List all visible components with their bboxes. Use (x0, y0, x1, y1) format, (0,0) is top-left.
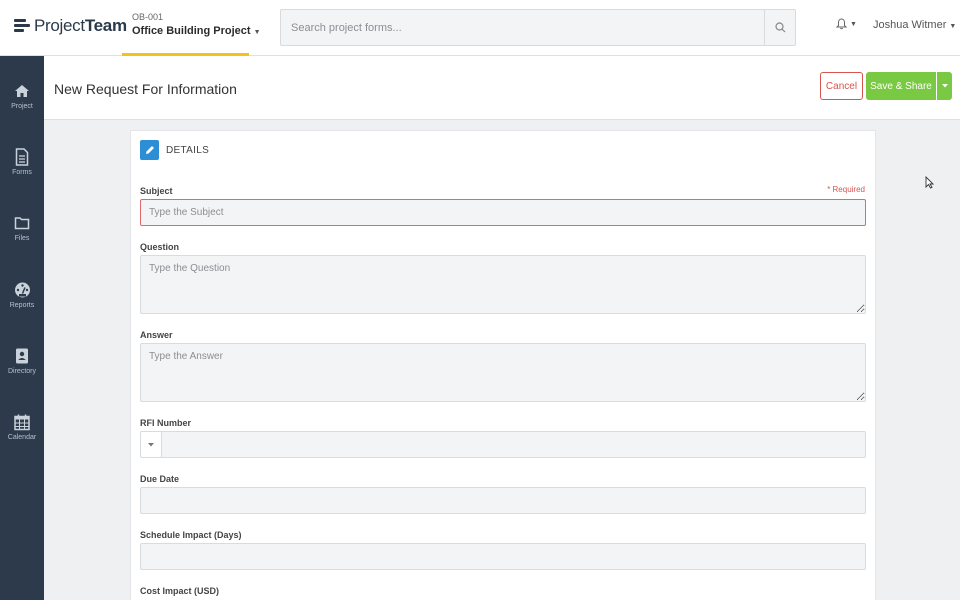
question-input[interactable] (140, 255, 866, 314)
user-menu[interactable]: Joshua Witmer ▼ (873, 19, 956, 31)
rfi-number-input[interactable] (140, 431, 866, 458)
schedule-impact-input[interactable] (140, 543, 866, 570)
sidebar-item-label: Forms (12, 169, 32, 176)
project-name: Office Building Project ▼ (132, 25, 261, 37)
answer-input[interactable] (140, 343, 866, 402)
app-logo[interactable]: ProjectTeam (14, 15, 127, 37)
sidebar-item-files[interactable]: Files (0, 214, 44, 270)
form-card: DETAILS Subject * Required Question Answ… (130, 130, 876, 600)
sidebar-item-project[interactable]: Project (0, 82, 44, 138)
mouse-cursor-icon (925, 176, 934, 189)
search-bar (280, 9, 796, 46)
page-header: New Request For Information Cancel Save … (44, 56, 960, 120)
search-icon (774, 22, 785, 33)
rfi-number-prefix-dropdown[interactable] (140, 431, 162, 458)
document-icon (15, 148, 29, 166)
answer-label: Answer (140, 330, 173, 340)
due-date-label: Due Date (140, 474, 180, 484)
sidebar-item-reports[interactable]: Reports (0, 281, 44, 337)
project-selector[interactable]: OB-001 Office Building Project ▼ (122, 0, 261, 56)
bell-icon (836, 18, 847, 30)
sidebar-item-label: Directory (7, 368, 36, 375)
due-date-input[interactable] (140, 487, 866, 514)
cost-impact-label: Cost Impact (USD) (140, 586, 220, 596)
sidebar-item-label: Reports (9, 302, 35, 309)
calendar-icon (14, 414, 30, 431)
cancel-button[interactable]: Cancel (820, 72, 863, 100)
subject-input[interactable] (140, 199, 866, 226)
notifications-button[interactable]: ▼ (836, 18, 857, 30)
project-code: OB-001 (132, 12, 164, 22)
sidebar-item-calendar[interactable]: Calendar (0, 413, 44, 469)
sidebar-item-directory[interactable]: Directory (0, 347, 44, 403)
sidebar-item-forms[interactable]: Forms (0, 148, 44, 204)
sidebar-item-label: Project (11, 103, 33, 110)
search-input[interactable] (281, 10, 761, 45)
user-name: Joshua Witmer (873, 19, 947, 31)
top-bar: ProjectTeam OB-001 Office Building Proje… (0, 0, 960, 56)
home-icon (15, 85, 29, 97)
chevron-down-icon: ▼ (850, 20, 857, 28)
required-note: * Required (827, 185, 865, 194)
caret-down-icon (148, 442, 154, 446)
pencil-icon (140, 140, 159, 160)
rfi-number-label: RFI Number (140, 418, 192, 428)
logo-text: ProjectTeam (34, 16, 127, 35)
save-and-share-button[interactable]: Save & Share (866, 72, 936, 100)
section-title: DETAILS (166, 144, 210, 156)
section-header: DETAILS (140, 140, 209, 160)
question-label: Question (140, 242, 180, 252)
contact-book-icon (16, 348, 28, 364)
chevron-down-icon: ▼ (949, 23, 957, 30)
search-button[interactable] (764, 10, 795, 45)
save-options-dropdown[interactable] (937, 72, 952, 100)
dashboard-icon (14, 282, 30, 298)
chevron-down-icon: ▼ (253, 29, 261, 36)
sidebar-item-label: Calendar (7, 434, 37, 441)
sidebar: Project Forms Files Reports Directory Ca… (0, 56, 44, 600)
schedule-impact-label: Schedule Impact (Days) (140, 530, 242, 540)
page-title: New Request For Information (54, 81, 237, 97)
logo-mark-icon (14, 18, 30, 34)
folder-icon (14, 217, 30, 230)
sidebar-item-label: Files (14, 235, 30, 242)
subject-label: Subject (140, 186, 173, 196)
caret-down-icon (941, 84, 948, 88)
